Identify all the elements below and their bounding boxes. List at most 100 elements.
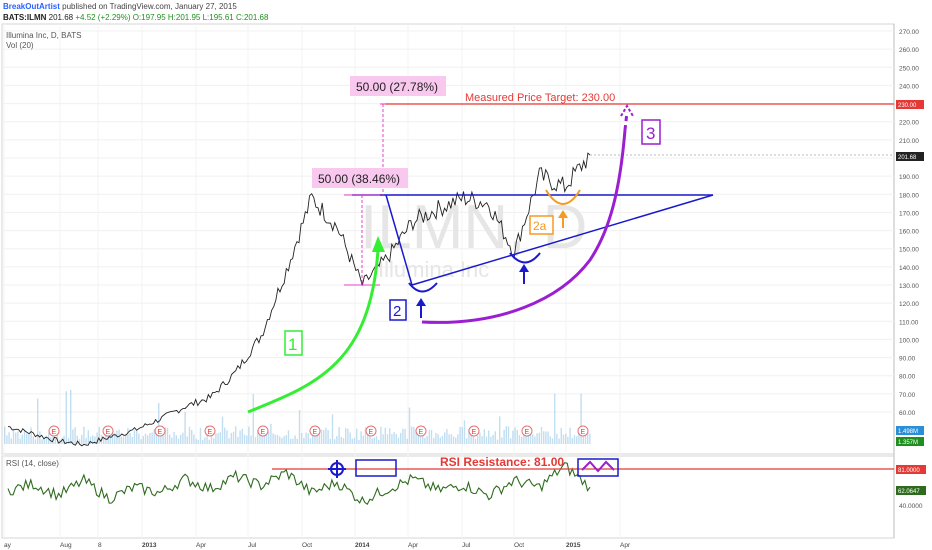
- volume-bar: [347, 428, 349, 444]
- volume-bar: [536, 433, 538, 444]
- volume-bar: [228, 438, 230, 444]
- volume-bar: [182, 432, 184, 444]
- volume-bar: [215, 433, 217, 444]
- time-tick: Apr: [620, 542, 631, 549]
- volume-bar: [490, 436, 492, 444]
- volume-bar: [217, 433, 219, 444]
- label-1: 1: [288, 335, 297, 354]
- volume-bar: [527, 435, 529, 444]
- volume-bar: [23, 429, 26, 444]
- volume-bar: [21, 434, 23, 444]
- volume-bar: [237, 436, 239, 444]
- price-tick: 250.00: [899, 65, 919, 72]
- price-tick: 90.00: [899, 356, 916, 363]
- volume-bar: [197, 439, 199, 444]
- volume-bar: [375, 436, 378, 444]
- volume-bar: [518, 435, 521, 444]
- volume-bar: [437, 434, 439, 444]
- volume-bar: [294, 435, 296, 444]
- volume-bar: [345, 428, 347, 444]
- volume-bar: [560, 427, 562, 444]
- time-tick: Apr: [196, 542, 207, 549]
- volume-bar: [276, 435, 279, 444]
- time-tick: Jul: [248, 542, 257, 549]
- volume-bar: [320, 429, 323, 444]
- price-tick: 110.00: [899, 319, 919, 326]
- volume-bar: [89, 436, 92, 444]
- volume-bar: [129, 433, 131, 444]
- volume-bar: [195, 438, 197, 444]
- volume-bar: [446, 429, 448, 444]
- volume-bar: [356, 428, 358, 444]
- volume-bar: [180, 434, 182, 444]
- volume-bar: [303, 438, 305, 444]
- volume-bar: [296, 438, 298, 444]
- volume-bar: [342, 438, 345, 444]
- price-tick: 190.00: [899, 174, 919, 181]
- volume-bar: [580, 393, 582, 444]
- volume-bar: [492, 434, 494, 444]
- volume-bar: [384, 427, 386, 444]
- volume-bar: [505, 426, 507, 444]
- volume-bar: [285, 435, 287, 444]
- volume-bar: [382, 434, 384, 444]
- volume-bar: [400, 432, 402, 444]
- volume-bar: [402, 428, 404, 444]
- volume-bar: [252, 394, 254, 444]
- volume-bar: [26, 433, 28, 444]
- volume-bar: [32, 436, 34, 444]
- rsi-tick: 40.0000: [899, 503, 923, 510]
- volume-bar: [184, 411, 186, 444]
- volume-bar: [147, 435, 149, 444]
- time-axis[interactable]: ay Aug 8 2013 Apr Jul Oct 2014 Apr Jul Oct 2015 Apr: [4, 542, 631, 549]
- volume-bar: [556, 434, 558, 444]
- volume-bar: [151, 432, 153, 444]
- volume-bar: [349, 432, 351, 444]
- earnings-label: E: [419, 429, 424, 436]
- volume-bar: [105, 435, 107, 444]
- volume-bar: [351, 438, 353, 444]
- volume-flag-1-label: 1.498M: [898, 429, 918, 435]
- volume-bar: [549, 436, 551, 444]
- volume-bar: [413, 427, 415, 444]
- volume-bar: [433, 438, 435, 444]
- volume-bar: [448, 434, 450, 444]
- volume-bar: [279, 436, 281, 444]
- volume-bar: [545, 431, 547, 444]
- volume-bar: [224, 427, 226, 444]
- volume-bar: [340, 437, 342, 444]
- volume-bar: [12, 428, 15, 444]
- volume-bar: [213, 438, 215, 444]
- volume-bar: [503, 429, 505, 444]
- volume-bar: [554, 393, 556, 444]
- price-tick: 270.00: [899, 29, 919, 36]
- volume-bar: [360, 431, 362, 444]
- volume-bar: [28, 433, 30, 444]
- volume-flag-2-label: 1.357M: [898, 440, 918, 446]
- volume-bar: [452, 436, 455, 444]
- volume-bar: [281, 437, 283, 444]
- volume-bar: [72, 429, 74, 444]
- volume-bar: [353, 437, 356, 444]
- rsi-pane-title: RSI (14, close): [6, 459, 59, 468]
- volume-bar: [485, 436, 488, 444]
- time-tick: 2014: [355, 542, 370, 549]
- volume-bar: [87, 430, 89, 444]
- volume-bar: [177, 438, 180, 444]
- volume-bar: [428, 430, 430, 444]
- volume-bar: [17, 431, 19, 444]
- volume-bar: [406, 438, 408, 444]
- earnings-label: E: [581, 429, 586, 436]
- volume-bar: [193, 434, 195, 444]
- chart-canvas[interactable]: ILMN, D Illumina Inc Illumina Inc, D, BA…: [0, 0, 932, 550]
- volume-bar: [70, 390, 72, 444]
- volume-bar: [232, 431, 235, 444]
- price-tick: 150.00: [899, 247, 919, 254]
- earnings-label: E: [106, 429, 111, 436]
- volume-bar: [171, 437, 173, 444]
- volume-bar: [571, 438, 573, 444]
- main-pane-title: Illumina Inc, D, BATS: [6, 31, 81, 40]
- price-tick: 210.00: [899, 138, 919, 145]
- price-tick: 240.00: [899, 83, 919, 90]
- volume-bar: [573, 435, 576, 444]
